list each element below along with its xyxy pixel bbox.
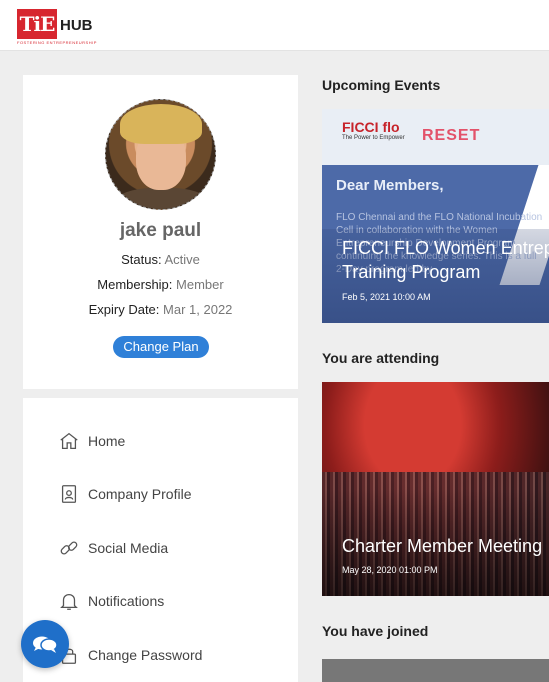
nav-item-label: Company Profile xyxy=(88,486,192,502)
chat-bubbles-icon xyxy=(33,636,58,653)
avatar[interactable] xyxy=(105,99,216,210)
membership-label: Membership: xyxy=(97,277,173,292)
attending-heading: You are attending xyxy=(322,350,440,366)
ficci-logo-sub: The Power to Empower xyxy=(342,135,405,141)
nav-item-company-profile[interactable]: Company Profile xyxy=(58,482,192,506)
event-image-heading: Dear Members, xyxy=(336,177,444,194)
nav-item-label: Social Media xyxy=(88,540,169,556)
event-title-line2: Training Program xyxy=(342,262,481,282)
logo-tagline: FOSTERING ENTREPRENEURSHIP xyxy=(17,40,97,45)
nav-item-home[interactable]: Home xyxy=(58,429,125,453)
event-image-overlay xyxy=(322,382,549,596)
event-title: Charter Member Meeting xyxy=(342,536,543,556)
profile-card: jake paul Status: Active Membership: Mem… xyxy=(23,75,298,389)
event-card-attending[interactable]: Charter Member Meeting May 28, 2020 01:0… xyxy=(322,382,549,596)
chat-button[interactable] xyxy=(21,620,69,668)
ficci-flo-logo: FICCI flo The Power to Empower xyxy=(342,119,405,141)
ficci-logo-text: FICCI flo xyxy=(342,119,400,135)
membership-value: Member xyxy=(176,277,224,292)
status-row: Status: Active xyxy=(23,252,298,267)
reset-logo: RESET xyxy=(422,127,481,144)
nav-item-notifications[interactable]: Notifications xyxy=(58,589,164,613)
joined-heading: You have joined xyxy=(322,623,429,639)
event-date: May 28, 2020 01:00 PM xyxy=(342,565,438,575)
status-label: Status: xyxy=(121,252,162,267)
logo-mark: TiE xyxy=(17,9,57,39)
avatar-hair xyxy=(120,104,202,144)
change-plan-button[interactable]: Change Plan xyxy=(113,336,209,358)
event-date: Feb 5, 2021 10:00 AM xyxy=(342,292,431,302)
nav-item-change-password[interactable]: Change Password xyxy=(58,643,202,667)
nav-item-social-media[interactable]: Social Media xyxy=(58,536,168,560)
id-card-icon xyxy=(61,485,77,503)
membership-row: Membership: Member xyxy=(23,277,298,292)
logo-hub-text: HUB xyxy=(60,17,93,34)
event-card-upcoming[interactable]: FICCI flo The Power to Empower RESET Dea… xyxy=(322,109,549,323)
tie-hub-logo[interactable]: TiE HUB FOSTERING ENTREPRENEURSHIP xyxy=(17,9,97,45)
expiry-value: Mar 1, 2022 xyxy=(163,302,233,317)
nav-item-label: Notifications xyxy=(88,593,165,609)
nav-item-label: Home xyxy=(88,433,126,449)
event-image-strip xyxy=(322,655,549,659)
expiry-row: Expiry Date: Mar 1, 2022 xyxy=(23,302,298,317)
link-icon xyxy=(60,541,78,555)
status-value: Active xyxy=(164,252,200,267)
event-card-joined[interactable] xyxy=(322,655,549,682)
bell-icon xyxy=(60,593,78,610)
expiry-label: Expiry Date: xyxy=(88,302,160,317)
event-title: FICCI FLO Women Entrep xyxy=(342,238,549,258)
profile-name: jake paul xyxy=(119,220,202,241)
avatar-shirt xyxy=(114,188,210,209)
upcoming-events-heading: Upcoming Events xyxy=(322,77,441,93)
top-bar: TiE HUB FOSTERING ENTREPRENEURSHIP xyxy=(0,0,549,51)
home-icon xyxy=(60,432,78,449)
nav-item-label: Change Password xyxy=(88,647,203,663)
